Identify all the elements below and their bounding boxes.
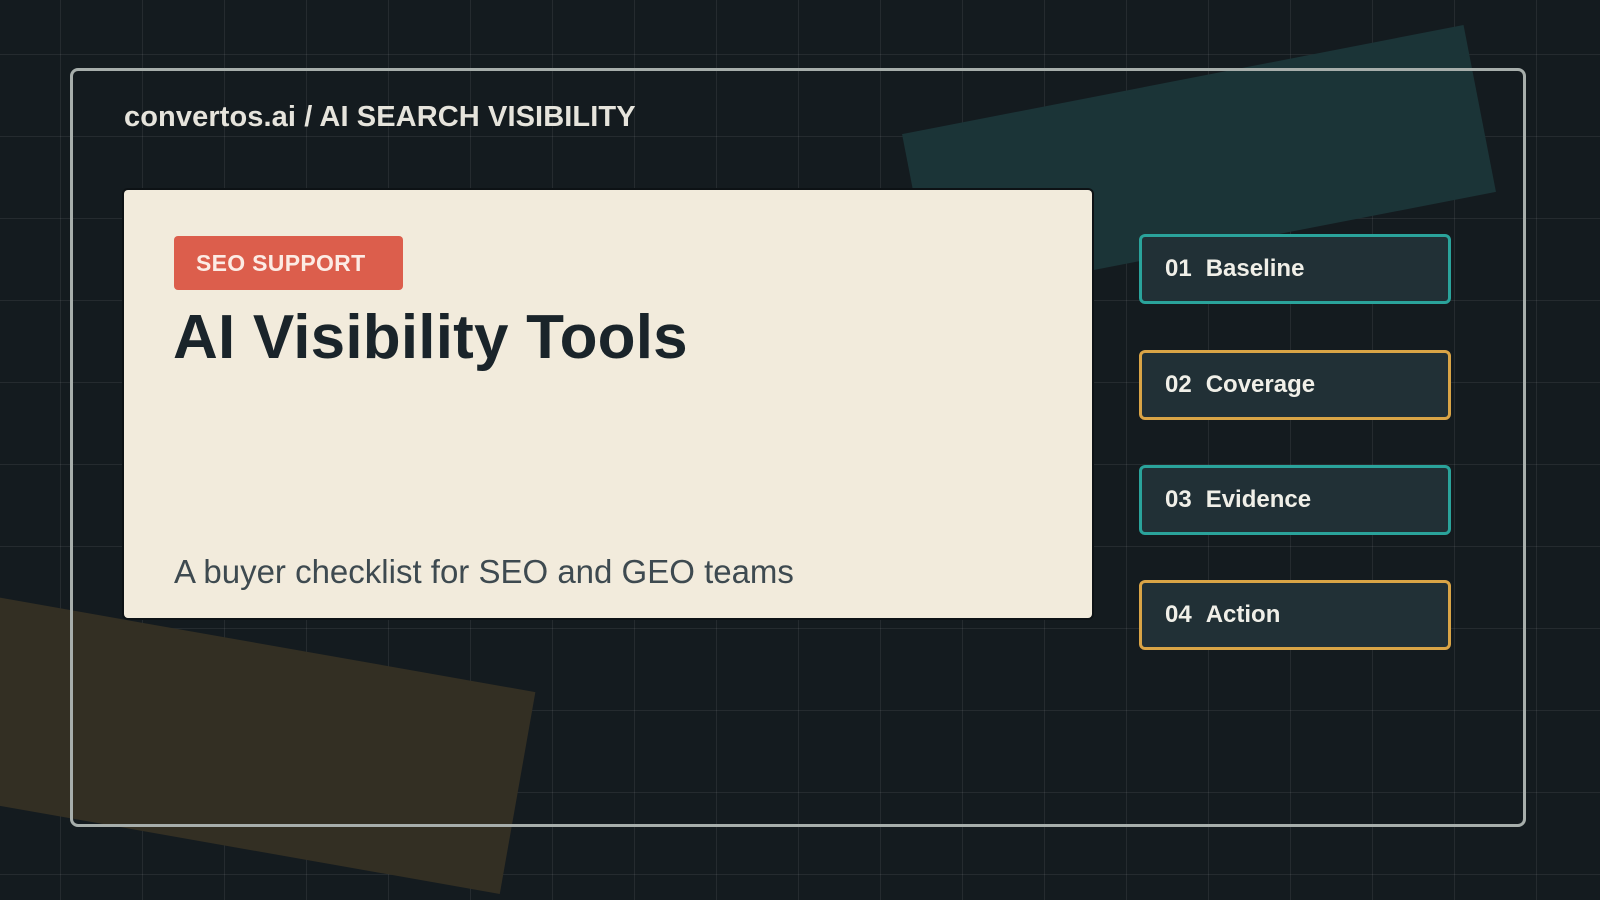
step-number: 01 (1165, 255, 1192, 282)
step-number: 02 (1165, 371, 1192, 398)
step-evidence: 03 Evidence (1139, 465, 1451, 535)
step-label: Action (1205, 601, 1281, 628)
step-number: 03 (1165, 486, 1192, 513)
brand-breadcrumb: convertos.ai / AI SEARCH VISIBILITY (124, 101, 636, 133)
step-baseline: 01 Baseline (1139, 234, 1451, 304)
step-label: Evidence (1205, 486, 1312, 513)
step-number: 04 (1165, 601, 1192, 628)
step-coverage: 02 Coverage (1139, 350, 1451, 420)
category-badge: SEO SUPPORT (174, 236, 403, 290)
step-action: 04 Action (1139, 580, 1451, 650)
page-subtitle: A buyer checklist for SEO and GEO teams (174, 553, 794, 590)
step-label: Coverage (1205, 371, 1316, 398)
page-title: AI Visibility Tools (173, 303, 688, 372)
step-label: Baseline (1205, 255, 1305, 282)
hero-card: SEO SUPPORT AI Visibility Tools A buyer … (124, 190, 1092, 618)
